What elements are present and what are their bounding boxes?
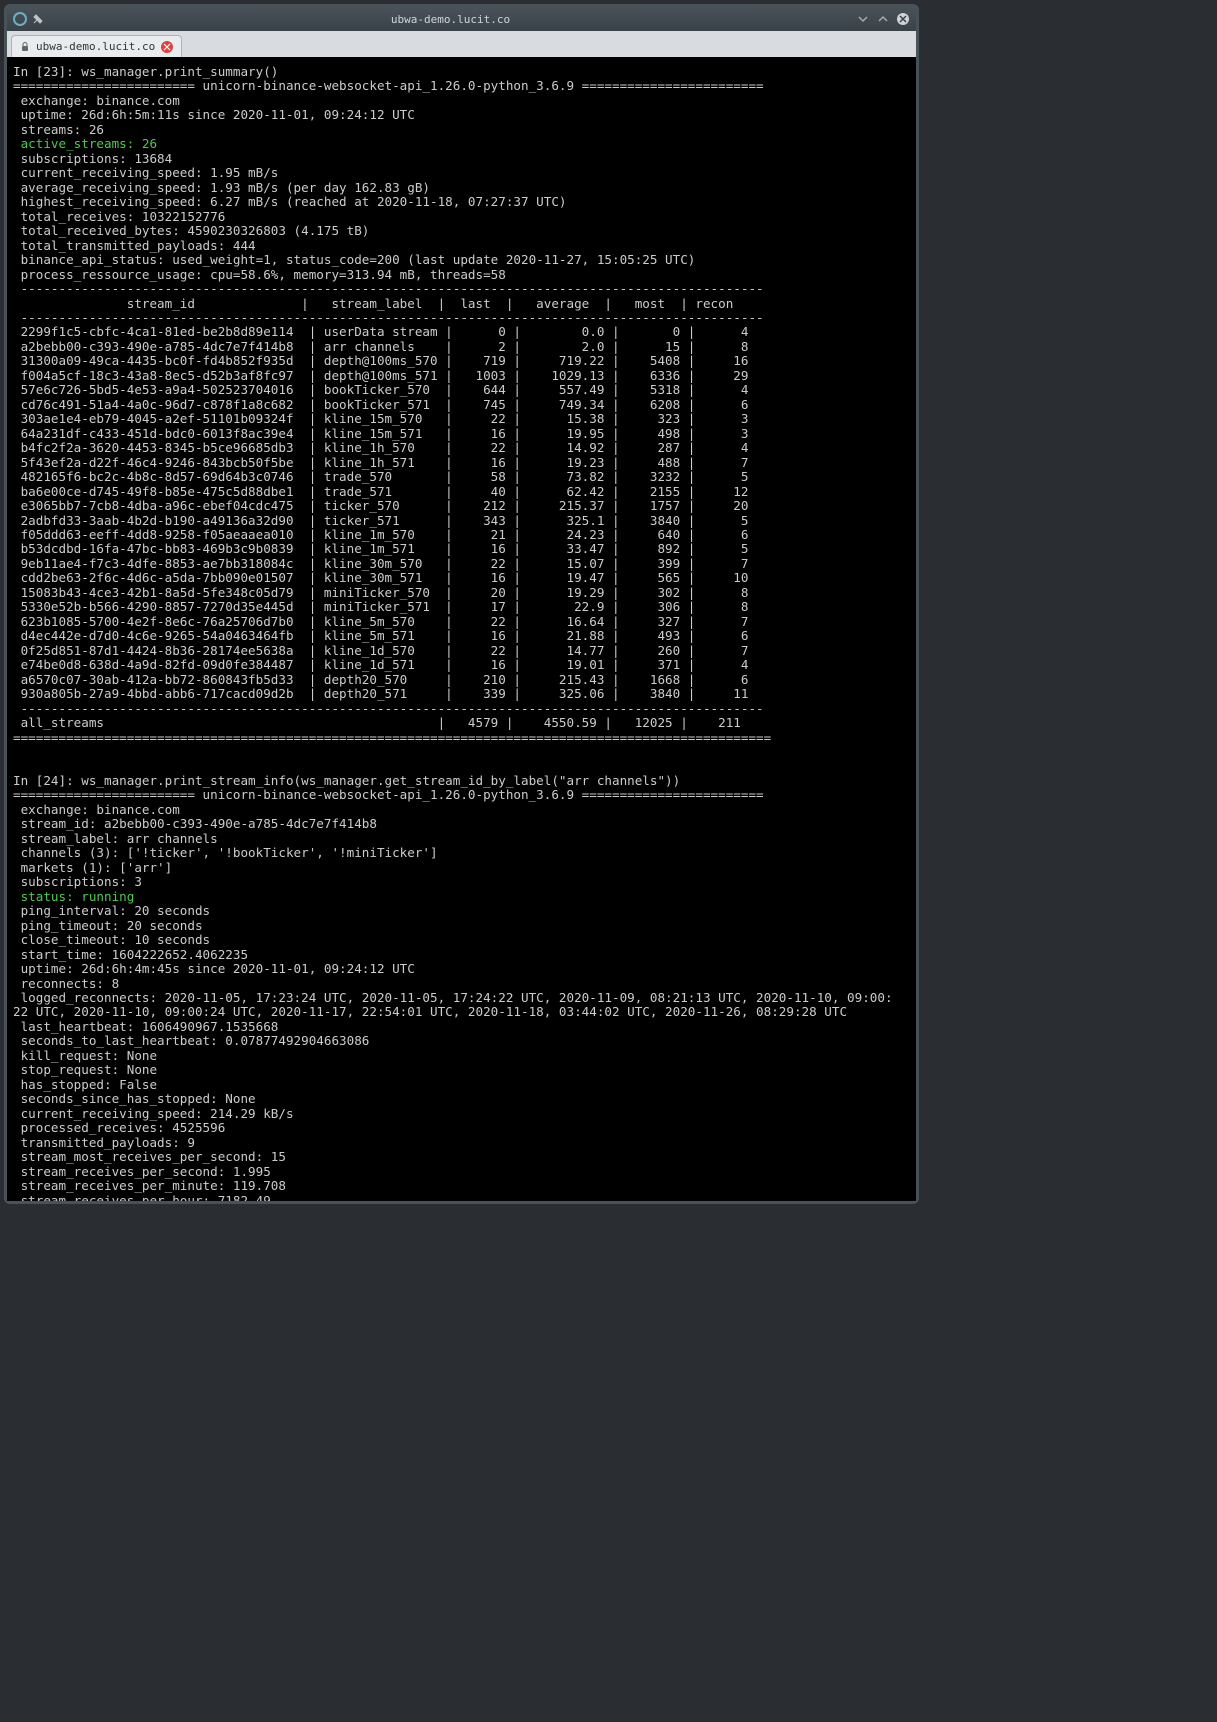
- lock-icon: [20, 42, 30, 52]
- minimize-button[interactable]: [856, 12, 870, 26]
- close-button[interactable]: [896, 12, 910, 26]
- window-titlebar: ubwa-demo.lucit.co: [7, 7, 916, 31]
- terminal-output[interactable]: In [23]: ws_manager.print_summary() ====…: [7, 57, 916, 1201]
- tab-bar: ubwa-demo.lucit.co: [7, 31, 916, 57]
- pin-icon[interactable]: [31, 12, 45, 26]
- tab-active[interactable]: ubwa-demo.lucit.co: [11, 35, 182, 57]
- app-icon: [13, 12, 27, 26]
- window-title: ubwa-demo.lucit.co: [45, 13, 856, 26]
- tab-label: ubwa-demo.lucit.co: [36, 40, 155, 53]
- maximize-button[interactable]: [876, 12, 890, 26]
- tab-close-icon[interactable]: [161, 41, 173, 53]
- terminal-window: ubwa-demo.lucit.co ubwa-demo.lucit.co In…: [4, 4, 919, 1204]
